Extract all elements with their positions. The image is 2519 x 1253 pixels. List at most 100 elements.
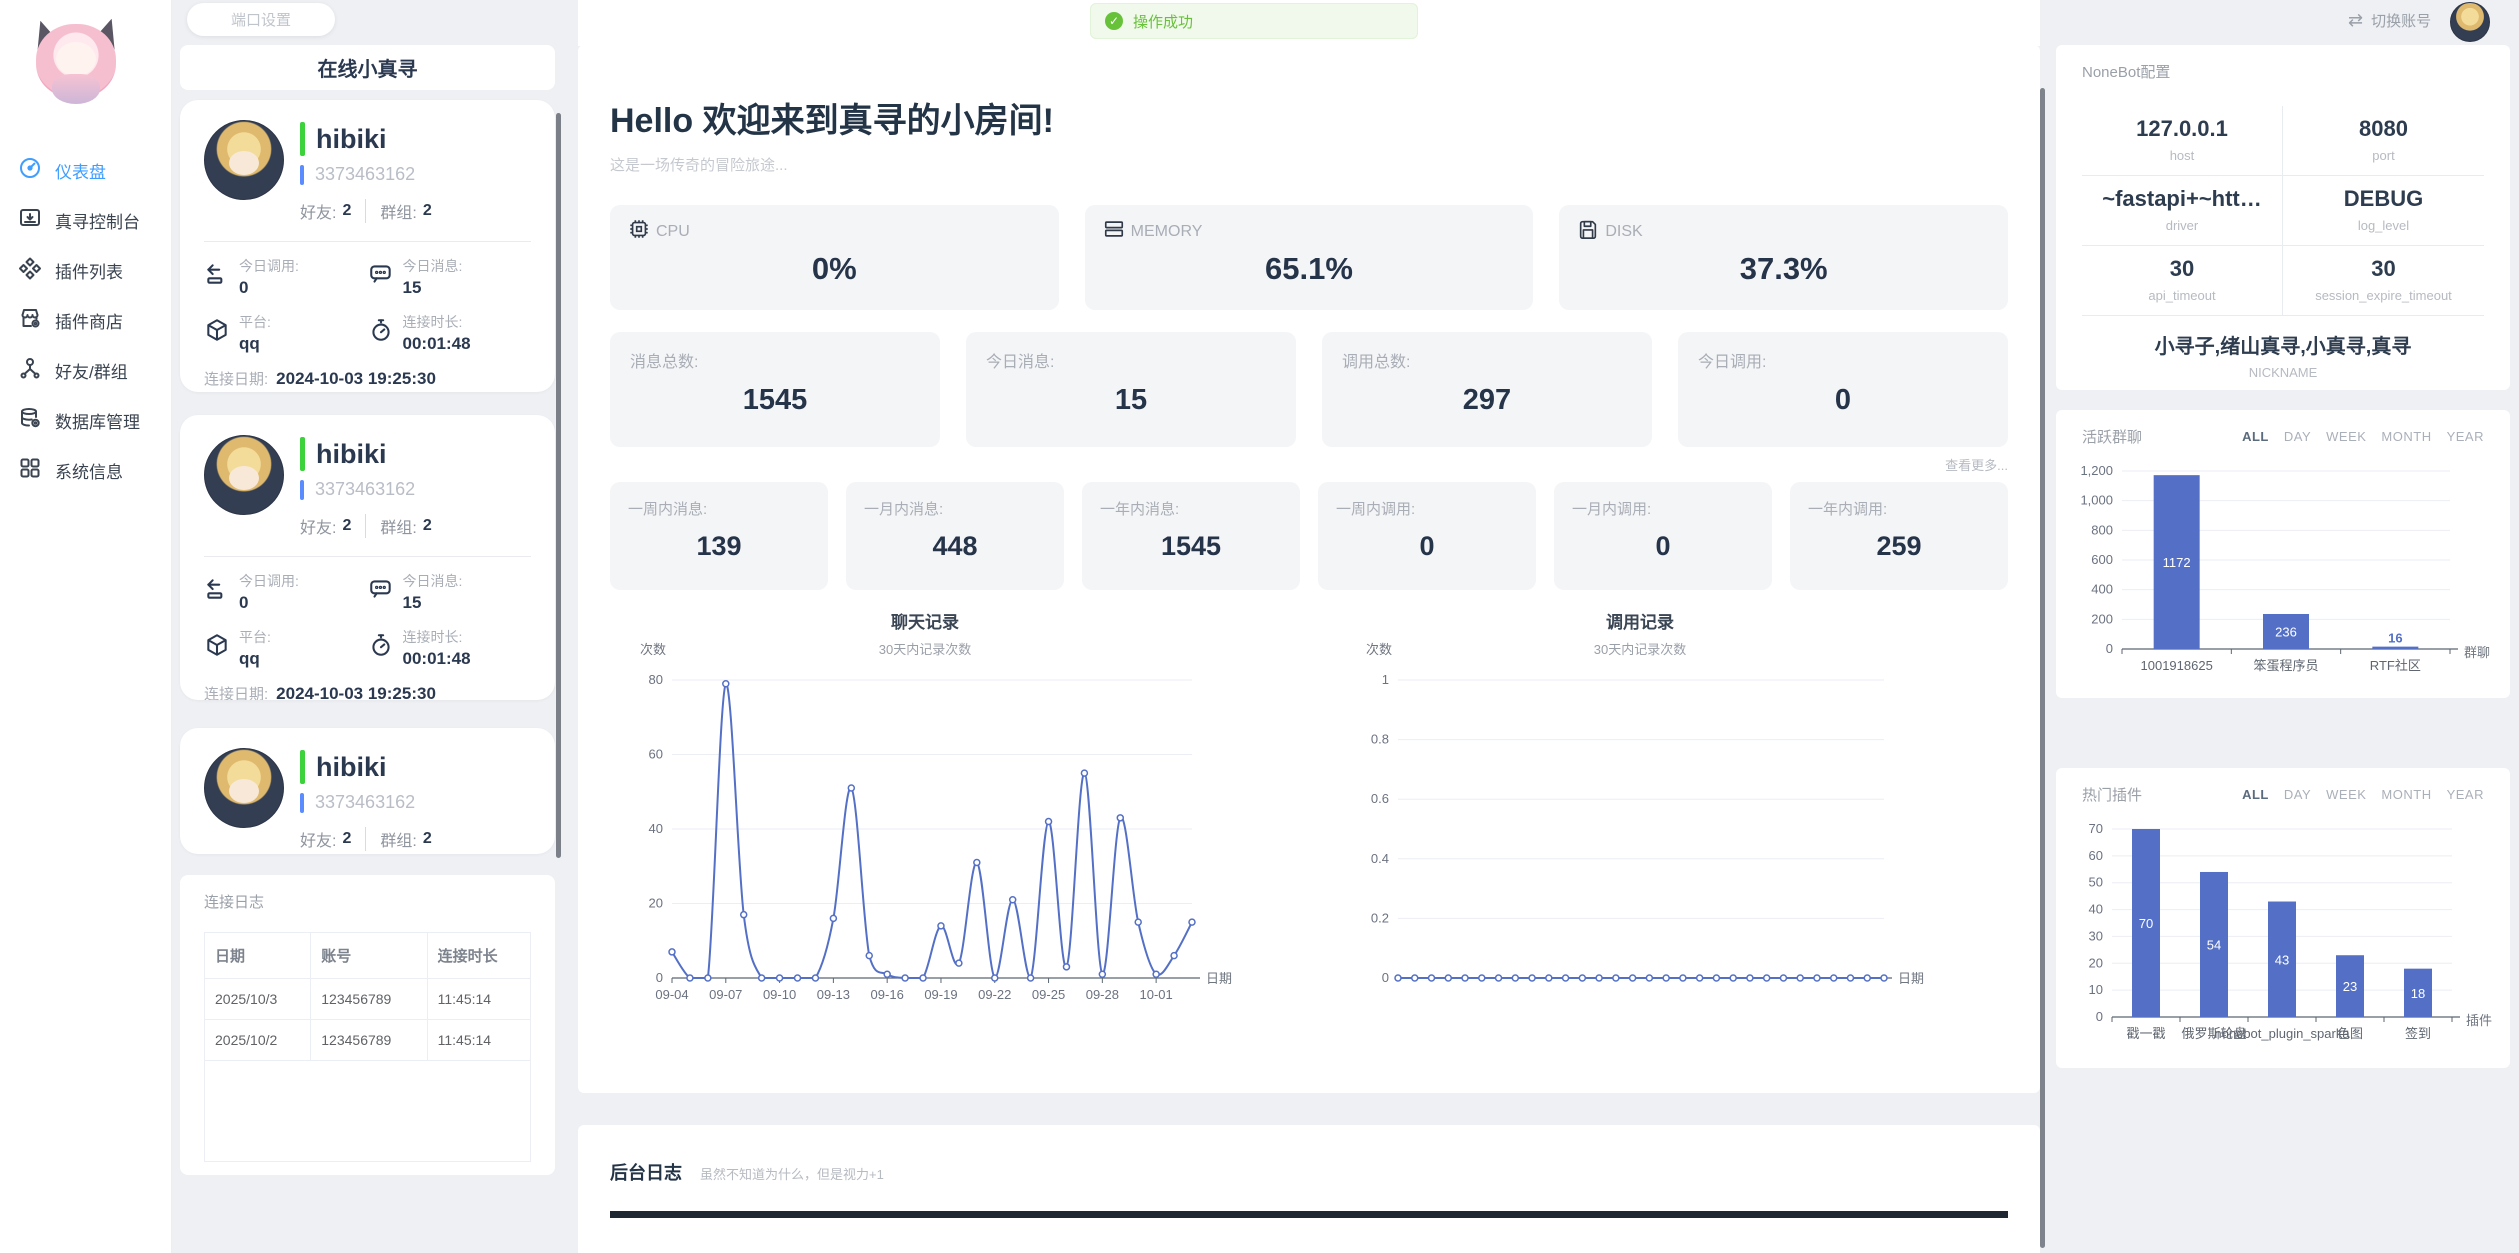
config-label: NICKNAME — [2082, 365, 2484, 380]
svg-text:30天内记录次数: 30天内记录次数 — [879, 642, 971, 657]
stat-label: 今日消息: — [403, 571, 463, 591]
message-icon — [368, 256, 394, 298]
range-tabs: ALL DAY WEEK MONTH YEAR — [2242, 787, 2484, 802]
bot-id-bar — [300, 480, 304, 500]
stat-value: 1545 — [630, 384, 920, 417]
config-value: 30 — [2086, 256, 2278, 282]
nonebot-config-title: NoneBot配置 — [2082, 61, 2484, 82]
svg-text:0: 0 — [656, 970, 663, 985]
stat-label: 一年内消息: — [1100, 498, 1282, 519]
log-cell-duration: 11:45:14 — [427, 979, 530, 1020]
sidebar-item-system-info[interactable]: 系统信息 — [0, 445, 171, 495]
connect-date-value: 2024-10-03 19:25:30 — [276, 684, 436, 700]
sidebar-item-plugin-list[interactable]: 插件列表 — [0, 245, 171, 295]
connect-date-label: 连接日期: — [204, 371, 268, 388]
stat-card-month-messages: 一月内消息: 448 — [846, 482, 1064, 590]
tab-month[interactable]: MONTH — [2381, 429, 2431, 444]
user-avatar[interactable] — [2450, 2, 2490, 42]
tab-year[interactable]: YEAR — [2447, 787, 2484, 802]
stat-value: qq — [239, 649, 271, 669]
connect-date-label: 连接日期: — [204, 686, 268, 700]
tab-day[interactable]: DAY — [2284, 787, 2311, 802]
view-more-link[interactable]: 查看更多... — [610, 455, 2008, 474]
stat-label: 一月内消息: — [864, 498, 1046, 519]
sidebar-item-label: 好友/群组 — [55, 358, 128, 383]
svg-text:0: 0 — [1382, 970, 1389, 985]
stat-label: 连接时长: — [403, 312, 471, 332]
log-col-header: 日期 — [205, 933, 311, 979]
svg-text:0: 0 — [2106, 641, 2113, 656]
tab-all[interactable]: ALL — [2242, 787, 2269, 802]
svg-text:0: 0 — [2096, 1009, 2103, 1024]
cube-icon — [204, 627, 230, 669]
online-status-bar — [300, 750, 305, 784]
svg-text:10-01: 10-01 — [1140, 987, 1173, 1002]
config-label: api_timeout — [2086, 288, 2278, 303]
svg-text:43: 43 — [2275, 952, 2289, 967]
svg-text:60: 60 — [649, 747, 663, 762]
bot-name: hibiki — [316, 124, 387, 155]
sidebar-item-dashboard[interactable]: 仪表盘 — [0, 145, 171, 195]
svg-text:09-28: 09-28 — [1086, 987, 1119, 1002]
tab-week[interactable]: WEEK — [2326, 787, 2366, 802]
bot-list-scrollbar[interactable] — [556, 113, 561, 858]
svg-text:20: 20 — [2089, 955, 2103, 970]
tab-all[interactable]: ALL — [2242, 429, 2269, 444]
switch-account-button[interactable]: ⇄ 切换账号 — [2348, 10, 2431, 31]
svg-text:70: 70 — [2089, 821, 2103, 836]
svg-text:50: 50 — [2089, 875, 2103, 890]
svg-text:09-07: 09-07 — [709, 987, 742, 1002]
config-label: port — [2287, 148, 2480, 163]
svg-text:0.4: 0.4 — [1371, 851, 1389, 866]
main-scrollbar[interactable] — [2040, 88, 2045, 1248]
svg-text:调用记录: 调用记录 — [1606, 613, 1674, 632]
config-item-log-level: DEBUG log_level — [2283, 176, 2484, 246]
stat-label: 今日消息: — [986, 348, 1276, 372]
stat-card-today-calls: 今日调用: 0 — [1678, 332, 2008, 447]
log-cell-account: 123456789 — [311, 1020, 427, 1061]
divider — [365, 827, 366, 851]
console-top-bar — [610, 1211, 2008, 1218]
svg-text:09-19: 09-19 — [924, 987, 957, 1002]
sidebar-item-database[interactable]: 数据库管理 — [0, 395, 171, 445]
sidebar-item-friends-groups[interactable]: 好友/群组 — [0, 345, 171, 395]
config-item-nickname: 小寻子,绪山真寻,小真寻,真寻 NICKNAME — [2082, 330, 2484, 380]
stat-label: 平台: — [239, 627, 271, 647]
svg-text:400: 400 — [2091, 582, 2113, 597]
page-subtitle: 这是一场传奇的冒险旅途... — [610, 154, 2008, 175]
tab-week[interactable]: WEEK — [2326, 429, 2366, 444]
svg-text:戳一戳: 戳一戳 — [2126, 1026, 2165, 1041]
config-item-session-expire-timeout: 30 session_expire_timeout — [2283, 246, 2484, 316]
sidebar-item-plugin-store[interactable]: 插件商店 — [0, 295, 171, 345]
divider — [204, 556, 531, 557]
bot-avatar — [204, 120, 284, 200]
svg-text:1,200: 1,200 — [2080, 463, 2113, 478]
config-value: 8080 — [2287, 116, 2480, 142]
stat-card-year-calls: 一年内调用: 259 — [1790, 482, 2008, 590]
tab-year[interactable]: YEAR — [2447, 429, 2484, 444]
config-item-api-timeout: 30 api_timeout — [2082, 246, 2283, 316]
cpu-card: CPU 0% — [610, 205, 1059, 310]
stat-value: 0 — [1572, 531, 1754, 562]
stat-value: 259 — [1808, 531, 1990, 562]
stat-value: 139 — [628, 531, 810, 562]
stat-card-week-calls: 一周内调用: 0 — [1318, 482, 1536, 590]
friends-count: 2 — [342, 830, 351, 848]
svg-text:09-25: 09-25 — [1032, 987, 1065, 1002]
chat-history-chart: 聊天记录30天内记录次数次数02040608009-0409-0709-1009… — [610, 604, 1240, 1024]
port-settings-button[interactable]: 端口设置 — [187, 3, 335, 36]
sidebar-item-console[interactable]: 真寻控制台 — [0, 195, 171, 245]
svg-text:1,000: 1,000 — [2080, 493, 2113, 508]
svg-text:1001918625: 1001918625 — [2141, 658, 2213, 673]
sidebar-item-label: 仪表盘 — [55, 158, 106, 183]
svg-text:54: 54 — [2207, 937, 2221, 952]
bot-id-bar — [300, 793, 304, 813]
bot-name: hibiki — [316, 752, 387, 783]
groups-count: 2 — [423, 202, 432, 220]
tab-month[interactable]: MONTH — [2381, 787, 2431, 802]
svg-text:40: 40 — [649, 821, 663, 836]
bot-avatar — [204, 435, 284, 515]
svg-text:09-22: 09-22 — [978, 987, 1011, 1002]
tab-day[interactable]: DAY — [2284, 429, 2311, 444]
return-icon — [204, 256, 230, 298]
